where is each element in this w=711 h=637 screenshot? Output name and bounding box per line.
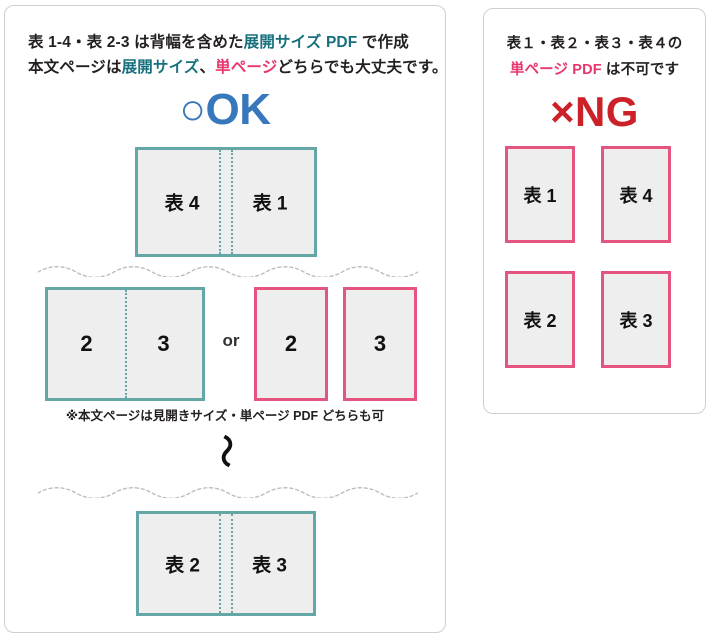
body-single-page-3: 3 bbox=[343, 287, 417, 401]
page-label-body-2-spread: 2 bbox=[80, 331, 93, 356]
page-label-body-3-single: 3 bbox=[373, 331, 387, 356]
ng-page-label-2: 表 2 bbox=[523, 310, 557, 331]
body-spread: 2 3 bbox=[45, 287, 205, 401]
ok-heading-line1-suffix: で作成 bbox=[357, 34, 409, 51]
body-page-note: ※本文ページは見開きサイズ・単ページ PDF どちらも可 bbox=[65, 409, 385, 423]
page-label-hyoshi-4: 表 4 bbox=[164, 193, 200, 215]
continuation-mark: 〜 bbox=[5, 431, 445, 471]
ng-page-label-4: 表 4 bbox=[619, 185, 653, 206]
cover-spread-front: 表 4 表 1 bbox=[135, 147, 317, 257]
cover-spread-back: 表 2 表 3 bbox=[136, 511, 316, 616]
ok-heading-line2-accent-spread: 展開サイズ bbox=[121, 59, 200, 76]
ok-panel-heading: 表 1-4・表 2-3 は背幅を含めた展開サイズ PDF で作成 本文ページは展… bbox=[28, 30, 448, 80]
ng-page-label-3: 表 3 bbox=[619, 310, 653, 331]
circle-mark-icon: ○ bbox=[179, 85, 206, 134]
wave-divider-bottom bbox=[38, 484, 418, 498]
cross-mark-icon: × bbox=[550, 88, 576, 135]
page-label-body-2-single: 2 bbox=[284, 331, 298, 356]
ok-panel: 表 1-4・表 2-3 は背幅を含めた展開サイズ PDF で作成 本文ページは展… bbox=[4, 5, 448, 633]
body-single-page-2: 2 bbox=[254, 287, 328, 401]
page-label-hyoshi-1: 表 1 bbox=[252, 193, 288, 215]
ng-heading-line2-accent: 単ページ PDF bbox=[509, 62, 602, 78]
page-label-hyoshi-2: 表 2 bbox=[165, 555, 200, 576]
ng-page-label-1: 表 1 bbox=[523, 185, 557, 206]
ok-heading-line-1: 表 1-4・表 2-3 は背幅を含めた展開サイズ PDF で作成 bbox=[28, 30, 448, 55]
ok-heading-line1-prefix: 表 1-4・表 2-3 は背幅を含めた bbox=[28, 34, 244, 51]
ng-verdict-label: NG bbox=[575, 88, 639, 135]
or-separator-label: or bbox=[222, 331, 240, 350]
ng-page-hyoshi-3: 表 3 bbox=[601, 271, 671, 368]
ng-panel-heading: 表１・表２・表３・表４の 単ページ PDF は不可です bbox=[484, 31, 705, 83]
wave-divider-top bbox=[38, 263, 418, 277]
ng-heading-line-2: 単ページ PDF は不可です bbox=[484, 57, 705, 83]
ok-heading-line2-accent-single: 単ページ bbox=[215, 59, 278, 76]
ok-verdict-label: OK bbox=[205, 85, 272, 134]
ok-heading-line2-middle: 、 bbox=[199, 59, 216, 76]
ok-heading-line1-accent: 展開サイズ PDF bbox=[243, 34, 358, 51]
ok-heading-line2-suffix: どちらでも大丈夫です。 bbox=[277, 59, 448, 76]
ng-page-hyoshi-4: 表 4 bbox=[601, 146, 671, 243]
ok-heading-line2-prefix: 本文ページは bbox=[28, 59, 122, 76]
ok-verdict: ○OK bbox=[5, 85, 445, 135]
continuation-tilde: 〜 bbox=[206, 434, 244, 468]
ng-heading-line2-suffix: は不可です bbox=[601, 62, 680, 78]
ng-page-hyoshi-2: 表 2 bbox=[505, 271, 575, 368]
page-label-body-3-spread: 3 bbox=[157, 331, 170, 356]
page-label-hyoshi-3: 表 3 bbox=[252, 555, 287, 576]
ng-heading-line-1: 表１・表２・表３・表４の bbox=[506, 36, 683, 52]
ng-verdict: ×NG bbox=[484, 88, 705, 136]
ng-page-hyoshi-1: 表 1 bbox=[505, 146, 575, 243]
ok-heading-line-2: 本文ページは展開サイズ、単ページどちらでも大丈夫です。 bbox=[28, 55, 448, 80]
